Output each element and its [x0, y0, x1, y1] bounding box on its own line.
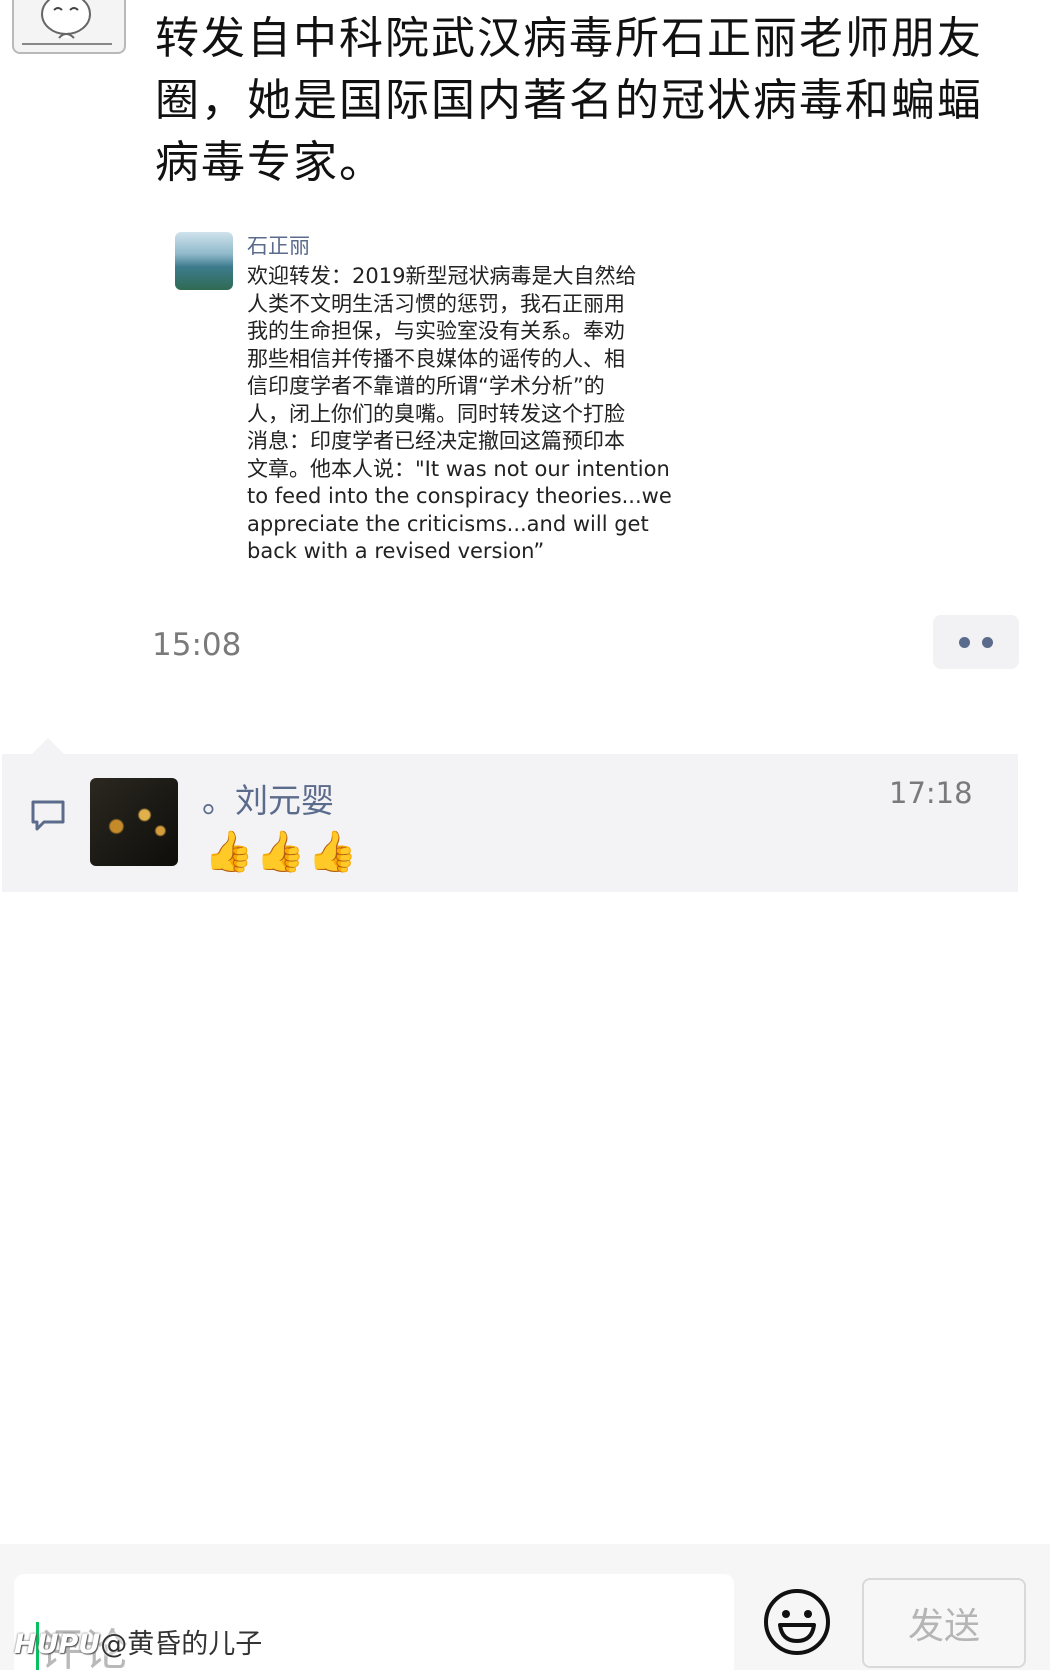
dot-icon [982, 636, 993, 648]
dot-icon [959, 636, 970, 648]
comment-content: 👍👍👍 [204, 829, 360, 875]
comment-time: 17:18 [889, 776, 973, 810]
commenter-name[interactable]: 。刘元婴 [202, 774, 334, 822]
cartoon-avatar-icon [22, 0, 112, 45]
watermark-user: @黄昏的儿子 [100, 1629, 263, 1660]
comment-section: 。刘元婴 17:18 👍👍👍 [2, 754, 1018, 892]
emoji-icon[interactable] [762, 1587, 832, 1657]
send-button[interactable]: 发送 [862, 1578, 1026, 1668]
comment-pointer [32, 738, 64, 754]
watermark-brand: HUPU [14, 1629, 101, 1660]
watermark: HUPU@黄昏的儿子 [14, 1622, 262, 1661]
post-time: 15:08 [152, 627, 242, 663]
poster-avatar[interactable] [12, 0, 126, 54]
shared-text: 欢迎转发：2019新型冠状病毒是大自然给 人类不文明生活习惯的惩罚，我石正丽用 … [247, 264, 672, 563]
post-text: 转发自中科院武汉病毒所石正丽老师朋友圈，她是国际国内著名的冠状病毒和蝙蝠病毒专家… [155, 13, 983, 188]
shared-author-name: 石正丽 [247, 234, 310, 258]
more-actions-button[interactable] [933, 615, 1019, 669]
shared-author-avatar [175, 232, 233, 290]
commenter-avatar[interactable] [90, 778, 178, 866]
comment-icon [31, 800, 65, 831]
